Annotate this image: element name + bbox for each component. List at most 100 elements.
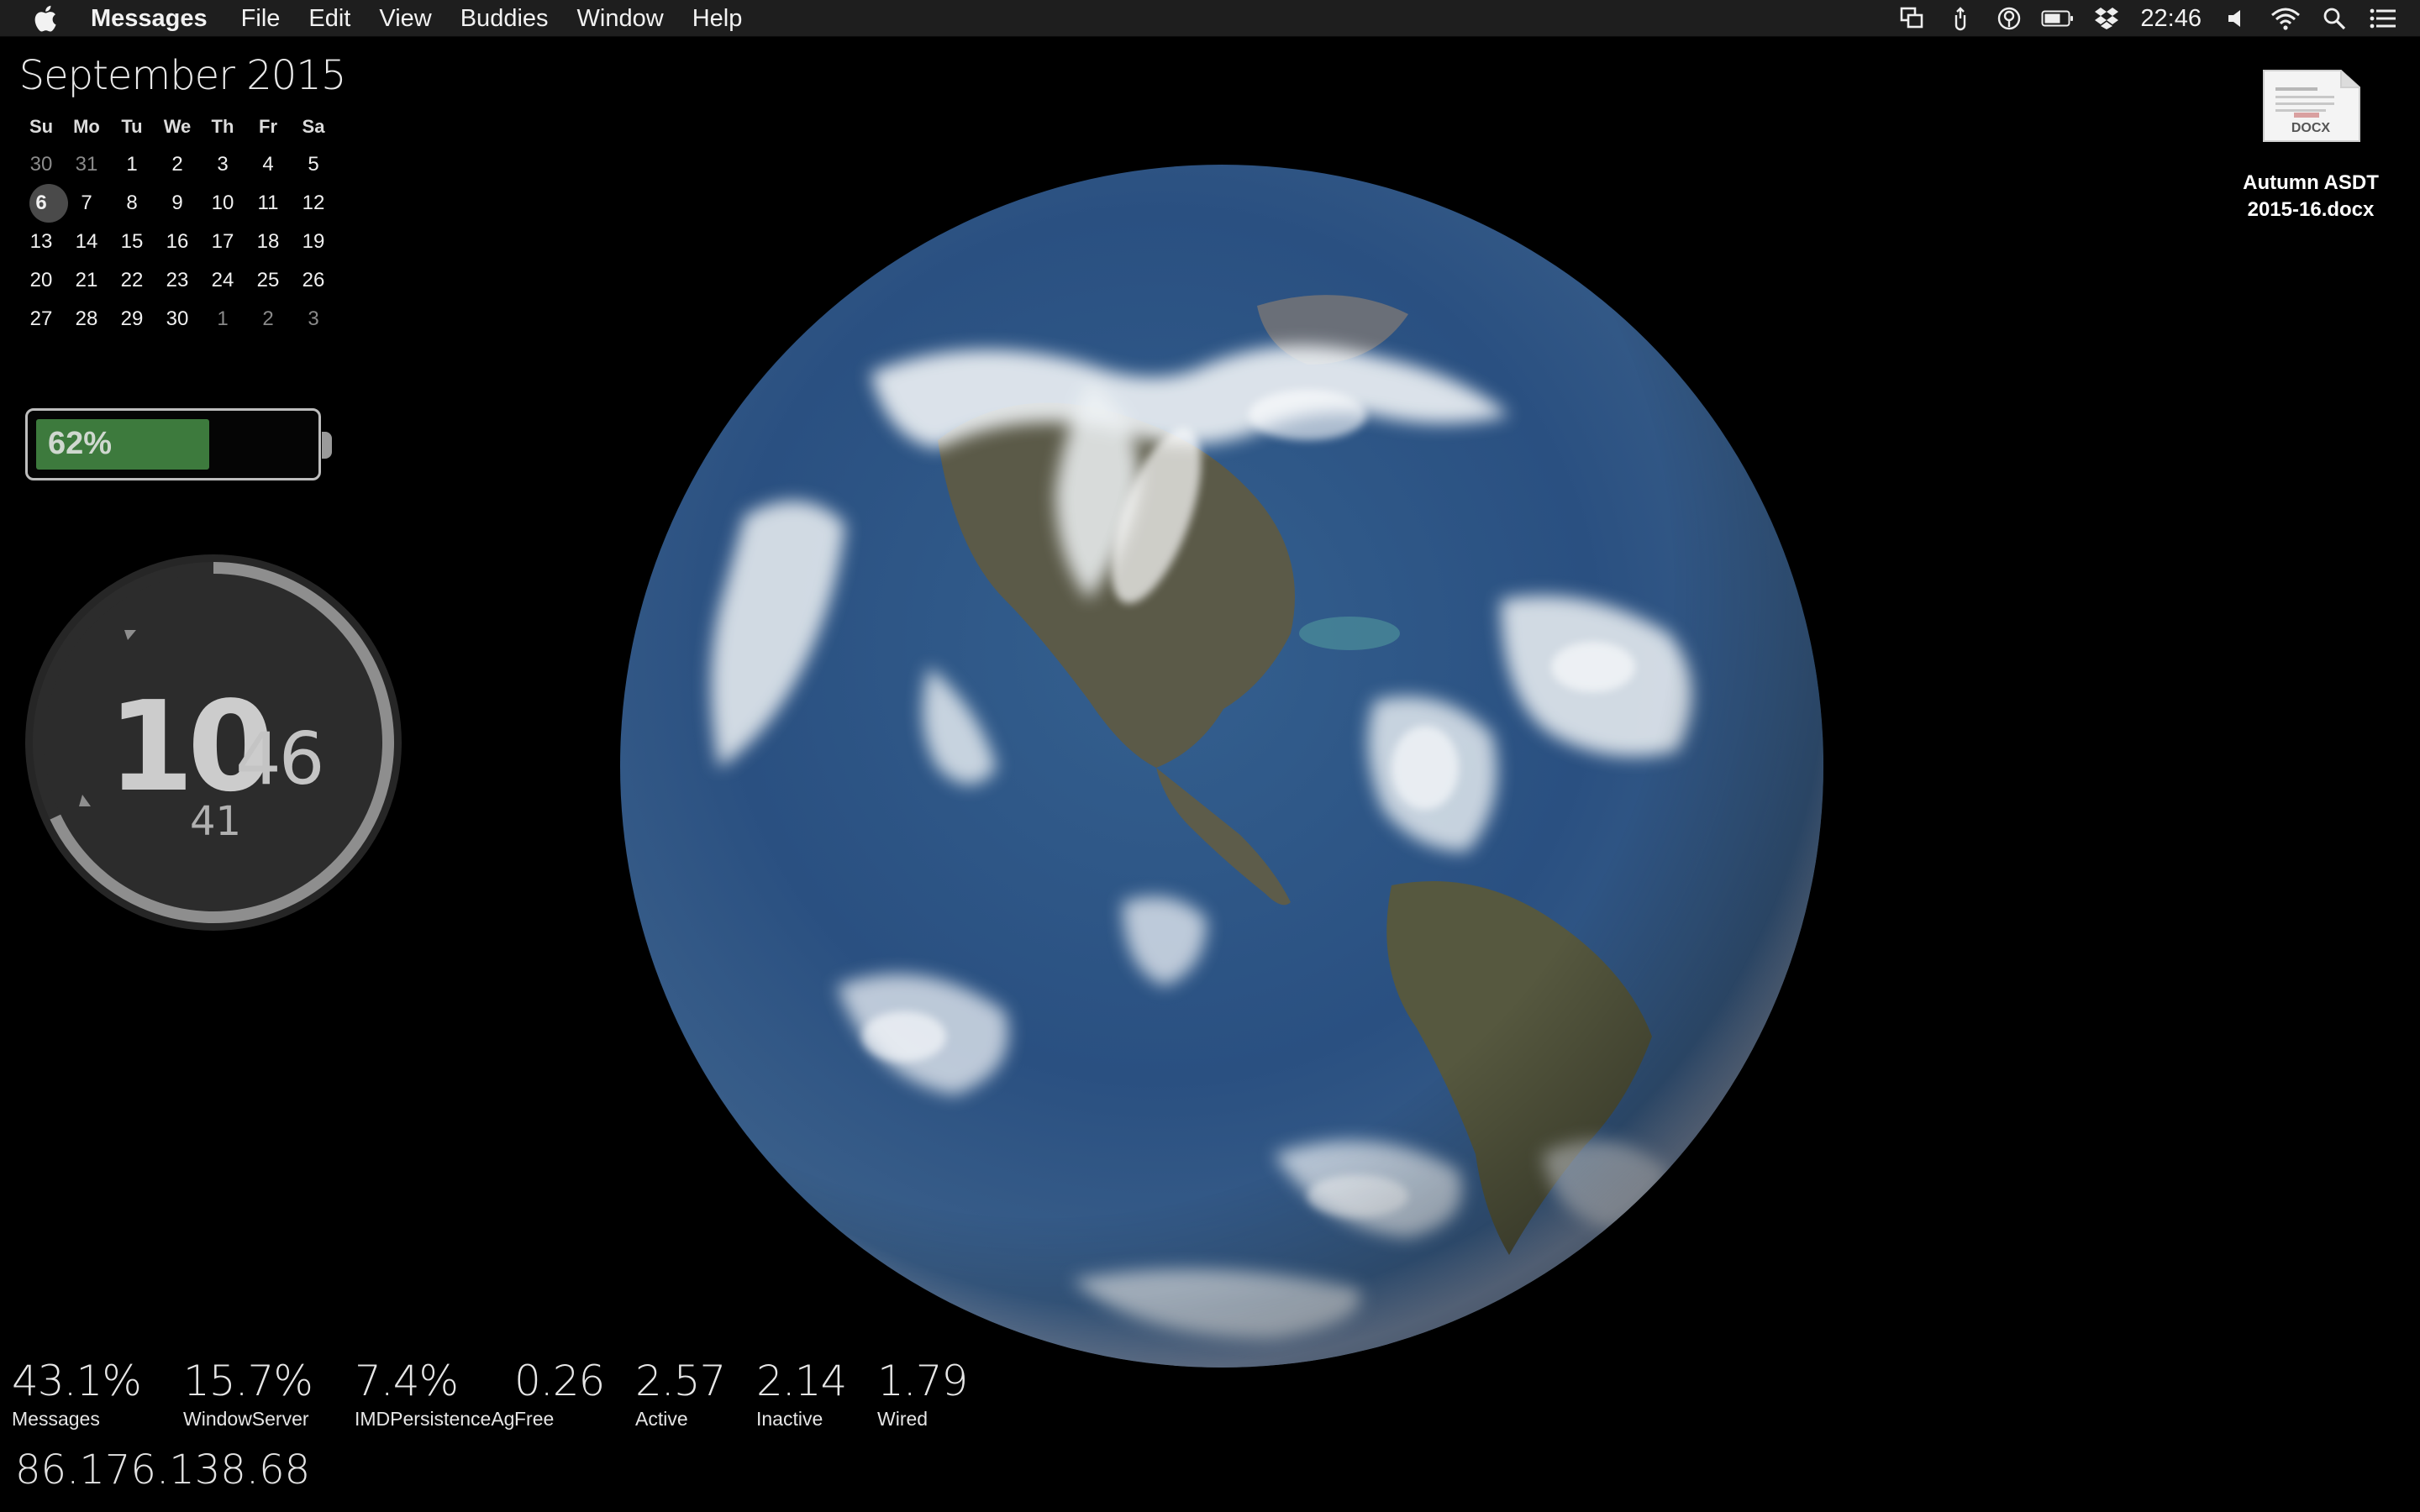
calendar-day: 23 — [166, 269, 189, 291]
battery-icon[interactable] — [2041, 2, 2075, 35]
calendar-day: 24 — [211, 269, 234, 291]
calendar-day: 30 — [29, 153, 53, 176]
calendar-day: 21 — [75, 269, 98, 291]
menu-file[interactable]: File — [241, 0, 281, 37]
file-name-line: 2015-16.docx — [2247, 198, 2375, 221]
spotlight-search-icon[interactable] — [2317, 2, 2351, 35]
calendar-day: 13 — [29, 230, 53, 253]
stat-label: Messages — [12, 1408, 100, 1430]
calendar-day: 28 — [75, 307, 98, 330]
calendar-day: 22 — [120, 269, 144, 291]
file-name-label: Autumn ASDT 2015-16.docx — [2218, 170, 2403, 223]
clock-minute: 46 — [235, 717, 324, 801]
calendar-day: 27 — [29, 307, 53, 330]
file-type-badge: DOCX — [2291, 121, 2331, 135]
stat-value: 1.79 — [877, 1357, 968, 1405]
calendar-day: 18 — [256, 230, 280, 253]
calendar-day-today: 6 — [18, 184, 68, 223]
stat-value: 7.4% — [355, 1357, 459, 1405]
calendar-day: 17 — [211, 230, 234, 253]
calendar-month-title: September 2015 — [18, 52, 347, 99]
calendar-day: 5 — [308, 153, 319, 176]
menu-bar-left: Messages File Edit View Buddies Window H… — [0, 0, 771, 37]
screen-share-icon[interactable] — [1895, 2, 1928, 35]
menu-view[interactable]: View — [379, 0, 431, 37]
menu-bar-clock[interactable]: 22:46 — [2140, 5, 2202, 33]
calendar-day: 1 — [126, 153, 138, 176]
weekday-header: Tu — [121, 116, 143, 137]
stat-label: IMDPersistenceAg — [355, 1408, 515, 1430]
weekday-header: Th — [211, 116, 234, 137]
calendar-widget: September 2015 Su Mo Tu We Th Fr Sa 30 3… — [18, 52, 347, 333]
stat-value: 2.14 — [756, 1357, 847, 1405]
calendar-day: 15 — [120, 230, 144, 253]
dropbox-icon[interactable] — [2090, 2, 2123, 35]
earth-wallpaper — [620, 165, 1823, 1368]
stat-value: 43.1% — [12, 1357, 142, 1405]
menu-app-messages[interactable]: Messages — [91, 0, 208, 37]
stat-label: Free — [514, 1408, 555, 1430]
calendar-day: 4 — [262, 153, 274, 176]
menu-bar-status-area: 22:46 — [1880, 0, 2400, 37]
menu-window[interactable]: Window — [577, 0, 664, 37]
calendar-day: 2 — [262, 307, 274, 330]
calendar-grid: Su Mo Tu We Th Fr Sa 30 31 1 2 3 4 5 6 7… — [18, 114, 346, 333]
stat-cpu-windowserver: 15.7% WindowServer — [183, 1357, 313, 1431]
menu-help[interactable]: Help — [692, 0, 743, 37]
weekday-header: Su — [29, 116, 54, 137]
stat-value: 0.26 — [514, 1357, 605, 1405]
stat-cpu-messages: 43.1% Messages — [12, 1357, 142, 1431]
menu-bar: Messages File Edit View Buddies Window H… — [0, 0, 2420, 37]
clock-widget: 10 46 41 — [24, 553, 403, 932]
stat-memory-free: 0.26 Free — [514, 1357, 605, 1431]
calendar-day: 7 — [81, 192, 92, 214]
calendar-day: 12 — [302, 192, 325, 214]
stat-value: 15.7% — [183, 1357, 313, 1405]
file-name-line: Autumn ASDT — [2243, 171, 2379, 194]
ip-address: 86.176.138.68 — [15, 1446, 311, 1494]
weekday-header: Fr — [259, 116, 277, 137]
stat-label: Inactive — [756, 1408, 823, 1430]
wifi-icon[interactable] — [2269, 2, 2302, 35]
calendar-day: 25 — [256, 269, 280, 291]
battery-widget: 62% — [25, 408, 321, 480]
sync-icon[interactable] — [1992, 2, 2026, 35]
calendar-day: 29 — [120, 307, 144, 330]
menu-buddies[interactable]: Buddies — [460, 0, 549, 37]
calendar-day: 26 — [302, 269, 325, 291]
menu-edit[interactable]: Edit — [308, 0, 350, 37]
calendar-day: 30 — [166, 307, 189, 330]
calendar-day: 9 — [171, 192, 183, 214]
calendar-day: 14 — [75, 230, 98, 253]
calendar-day: 20 — [29, 269, 53, 291]
stat-memory-active: 2.57 Active — [635, 1357, 726, 1431]
weekday-header: Mo — [73, 116, 100, 137]
weekday-header: Sa — [302, 116, 325, 137]
stat-label: WindowServer — [183, 1408, 309, 1430]
battery-terminal — [322, 432, 332, 459]
desktop-file-autumn-asdt[interactable]: DOCX Autumn ASDT 2015-16.docx — [2218, 69, 2403, 223]
weekday-header: We — [163, 116, 192, 137]
battery-percent-label: 62% — [48, 426, 113, 461]
notification-center-icon[interactable] — [2366, 2, 2400, 35]
apple-menu-icon[interactable] — [32, 4, 57, 33]
clock-second: 41 — [190, 798, 242, 845]
calendar-day: 3 — [308, 307, 319, 330]
stat-memory-inactive: 2.14 Inactive — [756, 1357, 847, 1431]
calendar-day: 2 — [171, 153, 183, 176]
volume-icon[interactable] — [2220, 2, 2254, 35]
calendar-day: 11 — [257, 192, 279, 214]
calendar-day: 1 — [217, 307, 229, 330]
calendar-day: 16 — [166, 230, 189, 253]
stat-label: Active — [635, 1408, 688, 1430]
stat-value: 2.57 — [635, 1357, 726, 1405]
calendar-day: 19 — [302, 230, 325, 253]
bluetooth-arrow-icon[interactable] — [1944, 2, 1977, 35]
calendar-day: 3 — [217, 153, 229, 176]
calendar-day: 8 — [126, 192, 138, 214]
stat-cpu-imdpersistence: 7.4% IMDPersistenceAg — [355, 1357, 514, 1431]
calendar-day: 31 — [75, 153, 98, 176]
docx-file-icon: DOCX — [2260, 69, 2361, 143]
stat-memory-wired: 1.79 Wired — [877, 1357, 968, 1431]
calendar-day: 10 — [211, 192, 234, 214]
